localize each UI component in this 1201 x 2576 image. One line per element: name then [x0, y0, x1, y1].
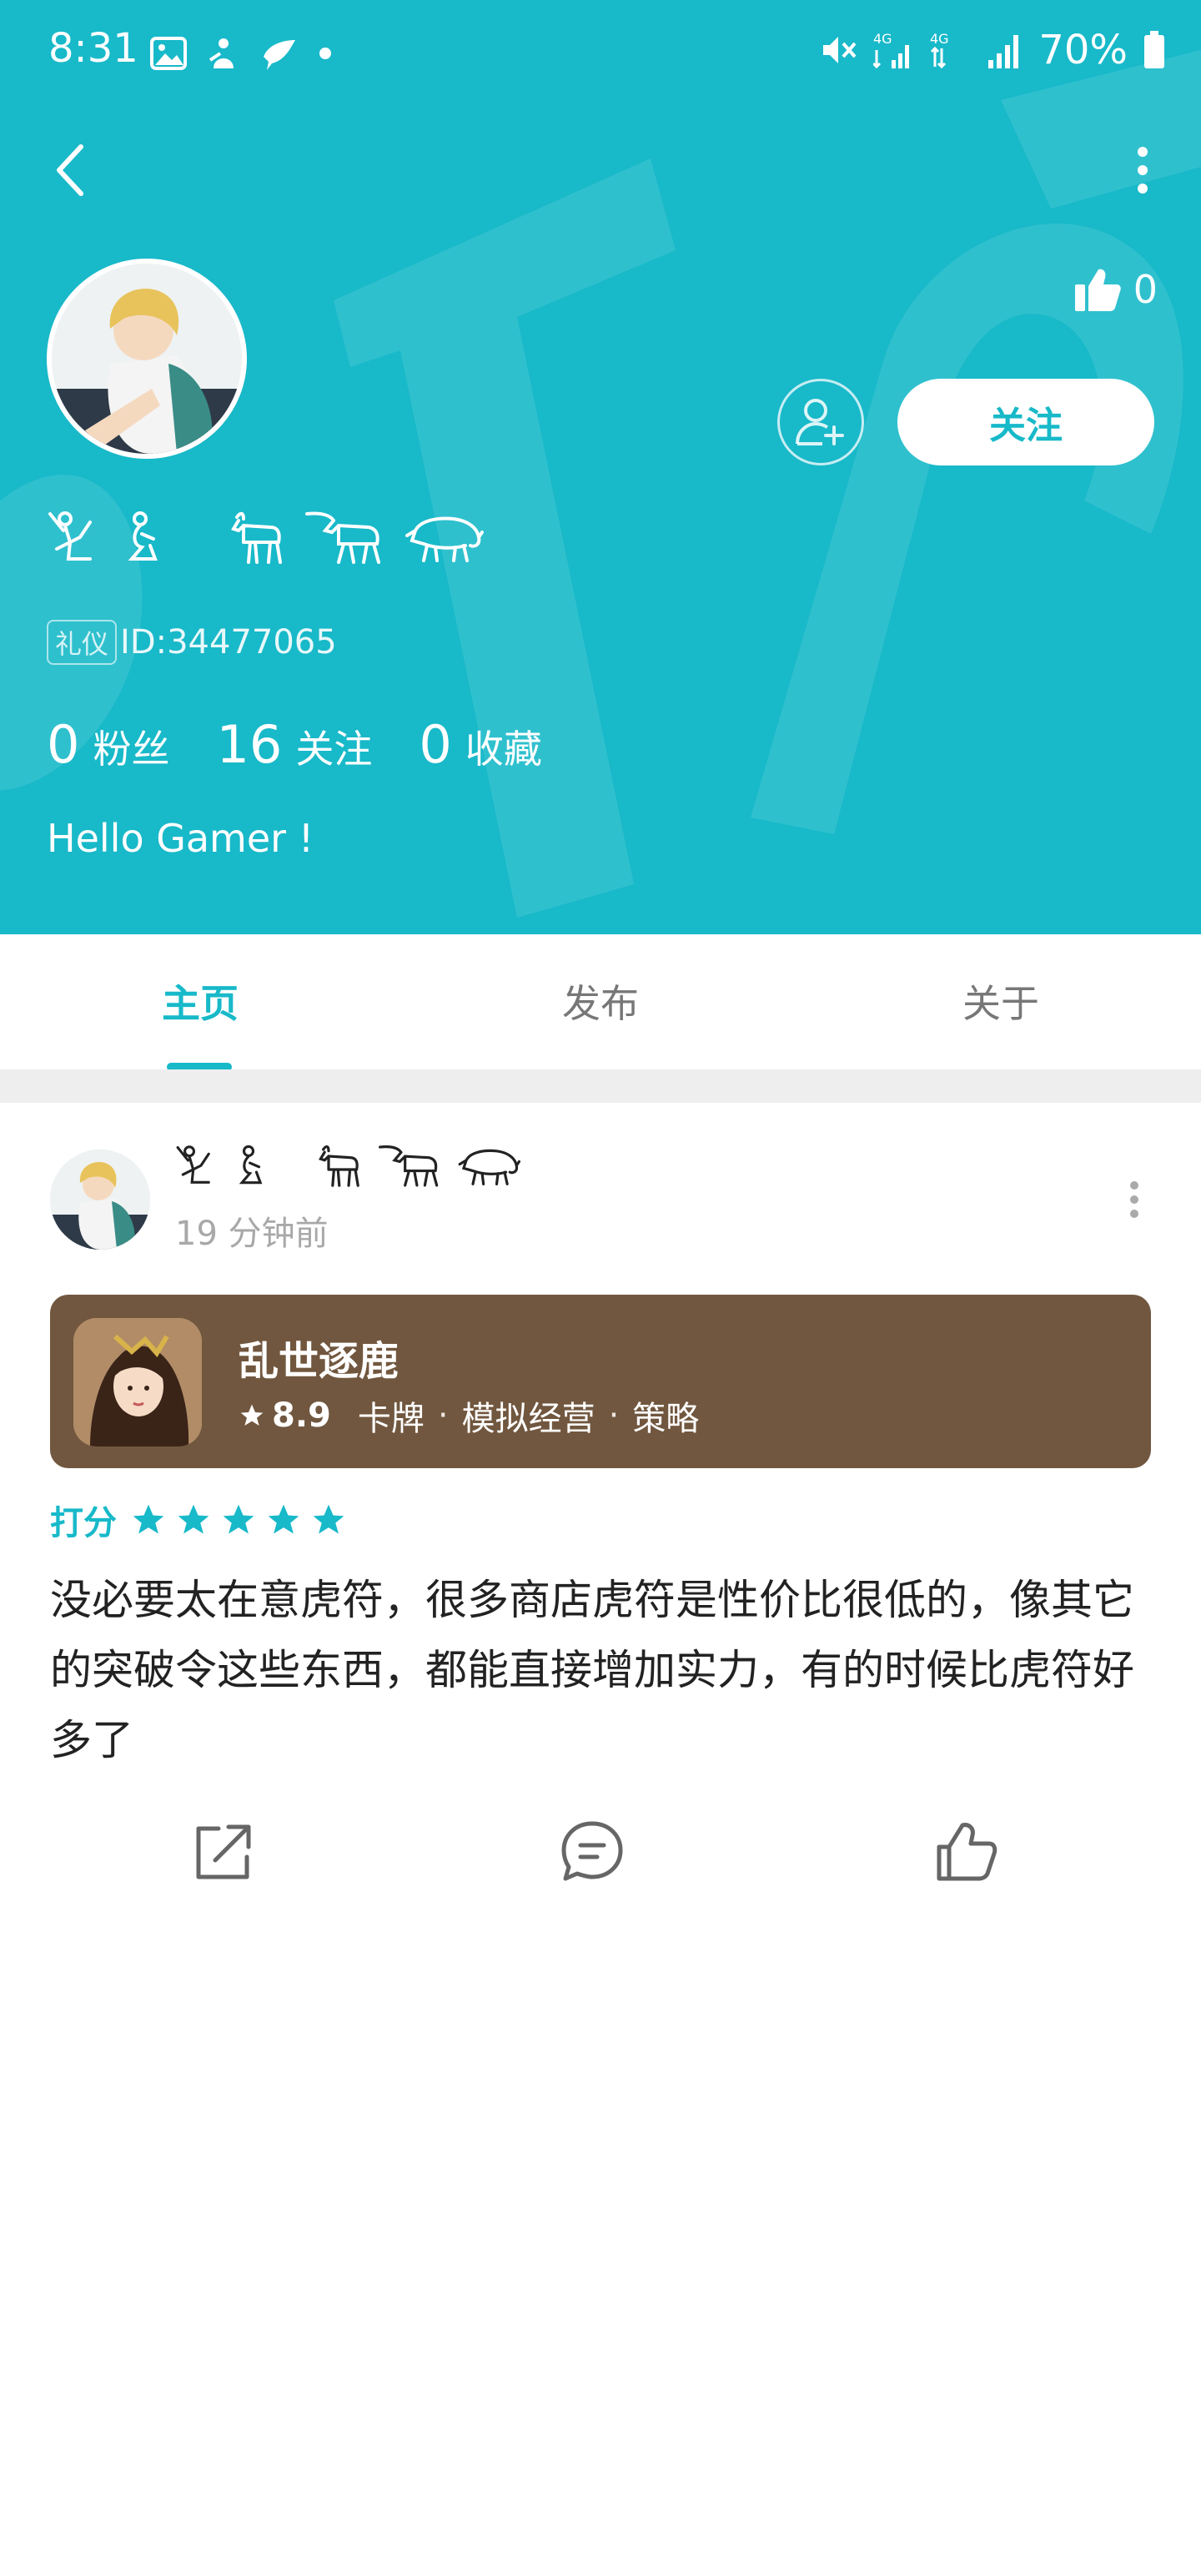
post-author-avatar[interactable]: [50, 1150, 150, 1250]
tab-home[interactable]: 主页: [100, 934, 300, 1068]
seated-figure-icon: [239, 1145, 263, 1185]
follow-button[interactable]: 关注: [897, 379, 1154, 465]
taptap-watermark: [0, 50, 1201, 918]
4g-signal-icon: 4G: [930, 31, 949, 69]
antelope-icon: [379, 1145, 439, 1187]
tab-about[interactable]: 关于: [901, 934, 1101, 1068]
stat-label: 收藏: [465, 727, 542, 772]
app-notification-icon: [209, 38, 234, 68]
user-badge: 礼仪: [47, 620, 118, 665]
user-id-row: 礼仪 ID:34477065: [47, 617, 337, 667]
tab-publish[interactable]: 发布: [500, 934, 701, 1068]
game-tag: 策略: [632, 1400, 700, 1438]
comment-button[interactable]: [550, 1810, 634, 1894]
like-button[interactable]: [924, 1810, 1008, 1894]
battery-percent: 70%: [1038, 27, 1128, 73]
profile-avatar[interactable]: [47, 259, 247, 459]
signal-icon: [988, 35, 1019, 68]
star-icon: [178, 1504, 209, 1534]
star-icon: [313, 1504, 344, 1534]
star-icon: [240, 1404, 264, 1426]
profile-bio: Hello Gamer !: [47, 816, 314, 861]
svg-text:4G: 4G: [930, 31, 949, 47]
goat-icon: [319, 1145, 359, 1187]
share-button[interactable]: [182, 1810, 265, 1894]
status-right: 4G 4G 70%: [820, 25, 1166, 75]
avatar-image: [50, 1150, 150, 1250]
game-icon: [73, 1318, 202, 1446]
more-options-button[interactable]: [1118, 138, 1168, 202]
game-tag: 模拟经营: [461, 1400, 595, 1438]
tag-separator: ·: [608, 1396, 620, 1435]
stat-favorites[interactable]: 0 收藏: [419, 714, 541, 775]
game-score: 8.9: [272, 1396, 331, 1435]
star-icon: [133, 1504, 164, 1534]
rating-label: 打分: [50, 1504, 117, 1542]
dot-icon: [319, 48, 331, 59]
notification-icons: [150, 30, 332, 77]
star-icon: [268, 1504, 299, 1534]
chevron-left-icon: [57, 144, 83, 196]
post-author-name[interactable]: [175, 1141, 520, 1191]
4g-signal-icon: 4G: [873, 31, 910, 69]
like-count: 0: [1133, 267, 1158, 312]
pig-icon: [458, 1149, 520, 1185]
kneeling-figure-icon: [176, 1145, 210, 1184]
add-user-icon: [796, 399, 844, 445]
tag-separator: ·: [437, 1396, 449, 1435]
user-id: ID:34477065: [120, 623, 337, 662]
game-cover-image: [73, 1318, 202, 1446]
antelope-icon: [305, 511, 380, 564]
back-button[interactable]: [42, 138, 100, 202]
post-actions: [0, 1810, 1201, 1894]
stat-following[interactable]: 16 关注: [216, 714, 372, 775]
profile-tabs: 主页 发布 关于: [0, 934, 1201, 1068]
avatar-image: [52, 264, 242, 454]
mute-icon: [823, 37, 857, 63]
share-icon: [196, 1824, 251, 1879]
post-content[interactable]: 没必要太在意虎符，很多商店虎符是性价比很低的，像其它的突破令这些东西，都能直接增…: [50, 1565, 1159, 1775]
post-more-button[interactable]: [1118, 1175, 1151, 1225]
pig-icon: [405, 516, 484, 562]
stat-value: 0: [47, 714, 80, 775]
status-bar: 8:31 4G 4G 70%: [0, 0, 1201, 100]
profile-header: 8:31 4G 4G 70% 0 关注 礼仪 ID:34477065 0 粉丝 …: [0, 0, 1201, 934]
profile-like[interactable]: 0: [1073, 260, 1158, 319]
goat-icon: [231, 511, 282, 564]
stat-followers[interactable]: 0 粉丝: [47, 714, 169, 775]
stat-label: 关注: [295, 727, 373, 772]
seated-figure-icon: [128, 511, 158, 561]
post-time: 19 分钟前: [175, 1215, 329, 1253]
profile-stats: 0 粉丝 16 关注 0 收藏: [47, 714, 589, 777]
battery-icon: [1144, 31, 1164, 68]
section-divider: [0, 1069, 1201, 1103]
star-icon: [223, 1504, 254, 1534]
more-vertical-icon: [1138, 147, 1148, 194]
image-icon: [150, 37, 187, 70]
more-vertical-icon: [1130, 1181, 1138, 1218]
status-time: 8:31: [48, 25, 138, 72]
add-friend-button[interactable]: [777, 379, 864, 465]
bird-notification-icon: [264, 40, 295, 70]
thumbs-up-icon: [937, 1823, 997, 1881]
game-meta: 8.9 卡牌 · 模拟经营 · 策略: [239, 1391, 699, 1440]
svg-text:4G: 4G: [873, 31, 892, 47]
stat-label: 粉丝: [93, 727, 170, 772]
game-tag: 卡牌: [357, 1400, 425, 1438]
thumbs-up-icon: [1074, 269, 1121, 311]
profile-username: [47, 501, 484, 576]
comment-icon: [561, 1821, 623, 1881]
game-card[interactable]: 乱世逐鹿 8.9 卡牌 · 模拟经营 · 策略: [50, 1295, 1151, 1468]
stat-value: 16: [216, 714, 283, 775]
game-title: 乱世逐鹿: [239, 1338, 399, 1385]
stat-value: 0: [419, 714, 452, 775]
rating-row: 打分: [50, 1495, 347, 1545]
kneeling-figure-icon: [48, 511, 92, 561]
